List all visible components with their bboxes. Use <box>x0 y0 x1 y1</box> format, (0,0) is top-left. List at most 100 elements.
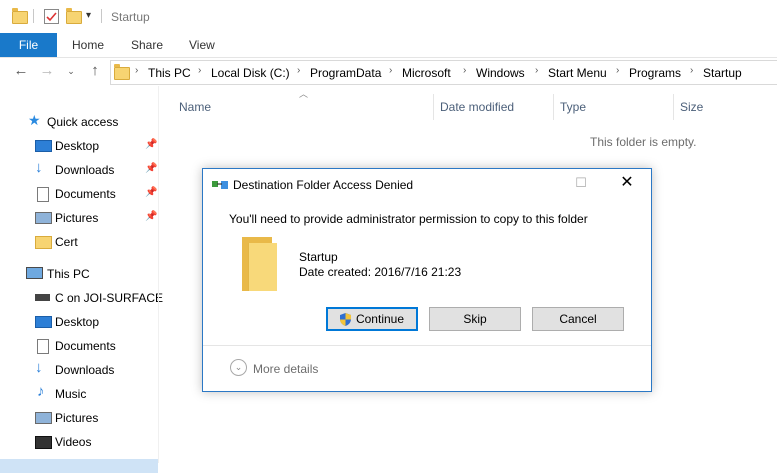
column-divider[interactable] <box>673 94 674 120</box>
document-icon <box>37 339 49 354</box>
sidebar-item-this-pc[interactable]: This PC <box>0 262 160 286</box>
breadcrumb-this-pc[interactable]: This PC <box>148 66 191 80</box>
folder-name: Startup <box>299 250 338 264</box>
divider <box>203 345 651 346</box>
chevron-right-icon[interactable]: › <box>535 65 538 76</box>
folder-icon <box>114 64 130 80</box>
sidebar-item-label: Desktop <box>55 139 100 153</box>
sidebar-item-label: Downloads <box>55 163 115 177</box>
breadcrumb-programdata[interactable]: ProgramData <box>310 66 381 80</box>
breadcrumb-microsoft[interactable]: Microsoft <box>402 66 451 80</box>
pin-icon[interactable]: 📌 <box>145 187 157 198</box>
skip-button[interactable]: Skip <box>429 307 521 331</box>
pin-icon[interactable]: 📌 <box>145 211 157 222</box>
sidebar-item-label: This PC <box>47 267 90 281</box>
sidebar-item-documents[interactable]: Documents <box>0 334 160 358</box>
sidebar-item-label: Downloads <box>55 363 115 377</box>
close-icon[interactable]: ✕ <box>613 173 641 193</box>
sidebar-item-desktop[interactable]: Desktop 📌 <box>0 134 160 158</box>
back-arrow-icon[interactable]: ← <box>12 62 30 80</box>
sidebar-item-pictures[interactable]: Pictures 📌 <box>0 206 160 230</box>
breadcrumb-start-menu[interactable]: Start Menu <box>548 66 607 80</box>
recent-locations-chevron-icon[interactable]: ⌄ <box>62 62 80 80</box>
breadcrumb-programs[interactable]: Programs <box>629 66 681 80</box>
divider <box>33 9 34 23</box>
sidebar-item-label: Documents <box>55 187 116 201</box>
star-icon: ★ <box>28 112 41 128</box>
sidebar-item-label: Videos <box>55 435 92 449</box>
folder-icon[interactable] <box>12 8 28 24</box>
sidebar-item-pictures[interactable]: Pictures <box>0 406 160 430</box>
tab-view[interactable]: View <box>189 33 215 57</box>
column-divider[interactable] <box>553 94 554 120</box>
breadcrumb-startup[interactable]: Startup <box>703 66 742 80</box>
navigation-pane: ★ Quick access Desktop 📌 ↓ Downloads 📌 D… <box>0 86 164 473</box>
divider <box>101 9 102 23</box>
pane-divider[interactable] <box>158 86 159 463</box>
chevron-right-icon[interactable]: › <box>463 65 466 76</box>
chevron-right-icon[interactable]: › <box>297 65 300 76</box>
more-details-link[interactable]: More details <box>253 362 318 376</box>
sidebar-item-label: Documents <box>55 339 116 353</box>
pictures-icon <box>35 212 52 224</box>
sidebar-item-label: Pictures <box>55 411 99 425</box>
maximize-icon[interactable]: ☐ <box>567 173 595 193</box>
breadcrumb-windows[interactable]: Windows <box>476 66 525 80</box>
column-header-size[interactable]: Size <box>680 100 703 114</box>
sidebar-item-cert[interactable]: Cert <box>0 230 160 254</box>
customize-toolbar-icon[interactable]: ▾ <box>86 10 91 21</box>
sort-caret-icon: ︿ <box>299 89 309 99</box>
cancel-button[interactable]: Cancel <box>532 307 624 331</box>
breadcrumb-local-disk[interactable]: Local Disk (C:) <box>211 66 290 80</box>
chevron-right-icon[interactable]: › <box>198 65 201 76</box>
sidebar-item-downloads[interactable]: ↓ Downloads <box>0 358 160 382</box>
tab-share[interactable]: Share <box>131 33 163 57</box>
dialog-message: You'll need to provide administrator per… <box>229 212 588 226</box>
folder-icon <box>35 236 52 249</box>
pin-icon[interactable]: 📌 <box>145 139 157 150</box>
folder-date-created: Date created: 2016/7/16 21:23 <box>299 265 462 279</box>
network-drive-icon <box>35 294 50 301</box>
column-header-name[interactable]: Name <box>179 100 211 114</box>
tab-file[interactable]: File <box>0 33 57 57</box>
sidebar-item-documents[interactable]: Documents 📌 <box>0 182 160 206</box>
download-arrow-icon: ↓ <box>35 159 43 176</box>
column-header-type[interactable]: Type <box>560 100 586 114</box>
computer-icon <box>26 267 43 279</box>
continue-button[interactable]: Continue <box>326 307 418 331</box>
chevron-right-icon[interactable]: › <box>135 65 138 76</box>
empty-folder-message: This folder is empty. <box>590 135 697 149</box>
sidebar-item-downloads[interactable]: ↓ Downloads 📌 <box>0 158 160 182</box>
column-divider[interactable] <box>433 94 434 120</box>
sidebar-item-label: Cert <box>55 235 78 249</box>
expand-chevron-icon[interactable]: ⌄ <box>230 359 247 376</box>
access-denied-dialog: Destination Folder Access Denied ☐ ✕ You… <box>202 168 652 392</box>
new-folder-icon[interactable] <box>66 8 82 24</box>
chevron-right-icon[interactable]: › <box>690 65 693 76</box>
sidebar-item-label: Music <box>55 387 87 401</box>
sidebar-item-videos[interactable]: Videos <box>0 430 160 454</box>
folder-icon <box>240 237 278 291</box>
pin-icon[interactable]: 📌 <box>145 163 157 174</box>
forward-arrow-icon[interactable]: → <box>38 62 56 80</box>
column-header-date-modified[interactable]: Date modified <box>440 100 514 114</box>
sidebar-item-quick-access[interactable]: ★ Quick access <box>0 110 160 134</box>
checkmark-icon <box>46 12 57 22</box>
sidebar-item-music[interactable]: ♪ Music <box>0 382 160 406</box>
video-icon <box>35 436 52 449</box>
up-arrow-icon[interactable]: ↑ <box>86 62 104 80</box>
selected-sidebar-item[interactable] <box>0 459 158 473</box>
tab-home[interactable]: Home <box>72 33 104 57</box>
properties-icon[interactable] <box>44 9 59 24</box>
sidebar-item-network-drive[interactable]: C on JOI-SURFACE <box>0 286 164 310</box>
continue-label: Continue <box>355 312 405 326</box>
chevron-right-icon[interactable]: › <box>616 65 619 76</box>
dialog-title: Destination Folder Access Denied <box>233 178 414 192</box>
address-bar[interactable]: › This PC › Local Disk (C:) › ProgramDat… <box>110 60 777 85</box>
download-arrow-icon: ↓ <box>35 359 43 376</box>
document-icon <box>37 187 49 202</box>
sidebar-item-label: C on JOI-SURFACE <box>55 291 164 305</box>
uac-shield-icon <box>339 313 351 326</box>
sidebar-item-desktop[interactable]: Desktop <box>0 310 160 334</box>
chevron-right-icon[interactable]: › <box>389 65 392 76</box>
